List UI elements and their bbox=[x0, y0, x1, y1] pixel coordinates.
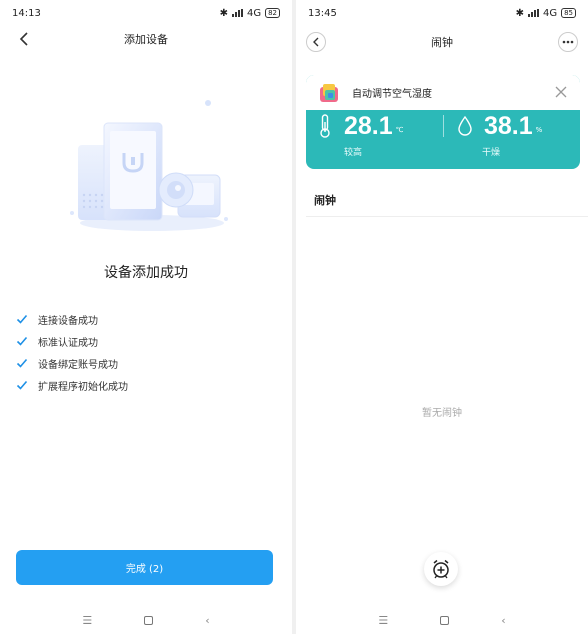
battery-icon: 82 bbox=[265, 8, 280, 18]
check-icon bbox=[16, 358, 28, 368]
status-indicators: ✱ 4G 85 bbox=[516, 8, 576, 19]
alarm-add-icon bbox=[433, 559, 449, 579]
section-title: 闹钟 bbox=[314, 194, 336, 207]
temperature-reading: 28.1 ℃ bbox=[318, 112, 404, 140]
list-item: 扩展程序初始化成功 bbox=[16, 374, 128, 396]
signal-icon bbox=[527, 9, 539, 17]
back-nav-icon[interactable]: ‹ bbox=[501, 614, 505, 627]
back-icon bbox=[19, 32, 28, 46]
step-label: 连接设备成功 bbox=[38, 315, 98, 327]
menu-nav-icon[interactable]: ☰ bbox=[378, 614, 388, 627]
done-button[interactable]: 完成 (2) bbox=[16, 550, 273, 585]
add-device-screen: 14:13 ✱ 4G 82 添加设备 设备添加成功 连接设备成功 标准认证成功 … bbox=[0, 0, 292, 634]
status-time: 14:13 bbox=[12, 7, 41, 19]
step-list: 连接设备成功 标准认证成功 设备绑定账号成功 扩展程序初始化成功 bbox=[16, 308, 128, 396]
page-title: 添加设备 bbox=[124, 33, 168, 46]
status-bar: 14:13 ✱ 4G 82 bbox=[0, 0, 292, 26]
section-divider bbox=[306, 216, 588, 217]
status-bar: 13:45 ✱ 4G 85 bbox=[296, 0, 588, 26]
empty-state-text: 暂无闹钟 bbox=[422, 408, 462, 419]
network-type: 4G bbox=[542, 7, 558, 19]
close-icon[interactable] bbox=[554, 85, 568, 99]
menu-icon bbox=[562, 40, 574, 44]
signal-icon bbox=[231, 9, 243, 17]
status-time: 13:45 bbox=[308, 7, 337, 19]
status-indicators: ✱ 4G 82 bbox=[220, 8, 280, 19]
success-title: 设备添加成功 bbox=[104, 265, 188, 281]
network-type: 4G bbox=[246, 7, 262, 19]
home-nav-icon[interactable] bbox=[144, 615, 154, 625]
humidity-value: 38.1 bbox=[484, 112, 533, 140]
humidity-unit: % bbox=[535, 126, 543, 134]
bluetooth-icon: ✱ bbox=[219, 7, 228, 19]
droplet-icon bbox=[458, 116, 472, 136]
check-icon bbox=[16, 380, 28, 390]
step-label: 扩展程序初始化成功 bbox=[38, 381, 128, 393]
back-nav-icon[interactable]: ‹ bbox=[205, 614, 209, 627]
check-icon bbox=[16, 314, 28, 324]
step-label: 标准认证成功 bbox=[38, 337, 98, 349]
list-item: 连接设备成功 bbox=[16, 308, 128, 330]
battery-icon: 85 bbox=[561, 8, 576, 18]
device-illustration bbox=[70, 100, 228, 231]
notification-banner[interactable]: 自动调节空气湿度 bbox=[306, 75, 580, 110]
temperature-unit: ℃ bbox=[395, 126, 404, 134]
bluetooth-icon: ✱ bbox=[515, 7, 524, 19]
page-title: 闹钟 bbox=[431, 36, 453, 49]
step-label: 设备绑定账号成功 bbox=[38, 359, 118, 371]
app-icon bbox=[320, 83, 338, 102]
thermometer-icon bbox=[320, 114, 330, 138]
nav-bar: 添加设备 bbox=[0, 26, 292, 52]
temperature-value: 28.1 bbox=[344, 112, 393, 140]
check-icon bbox=[16, 336, 28, 346]
system-nav-bar: ☰ ‹ bbox=[0, 606, 292, 634]
add-alarm-button[interactable] bbox=[424, 552, 458, 586]
humidifier-card[interactable]: 自动调节空气湿度 28.1 ℃ 较高 38.1 % 干燥 bbox=[306, 75, 580, 169]
more-button[interactable] bbox=[558, 32, 578, 52]
banner-text: 自动调节空气湿度 bbox=[352, 89, 432, 100]
system-nav-bar: ☰ ‹ bbox=[296, 606, 588, 634]
temperature-label: 较高 bbox=[344, 148, 363, 158]
humidity-reading: 38.1 % bbox=[458, 112, 542, 140]
back-button[interactable] bbox=[14, 29, 34, 49]
card-divider bbox=[443, 115, 444, 137]
alarm-screen: 13:45 ✱ 4G 85 闹钟 自动调节空气湿度 28.1 ℃ 较高 38.1… bbox=[296, 0, 588, 634]
list-item: 标准认证成功 bbox=[16, 330, 128, 352]
humidity-label: 干燥 bbox=[482, 148, 501, 158]
home-nav-icon[interactable] bbox=[440, 615, 450, 625]
menu-nav-icon[interactable]: ☰ bbox=[82, 614, 92, 627]
list-item: 设备绑定账号成功 bbox=[16, 352, 128, 374]
